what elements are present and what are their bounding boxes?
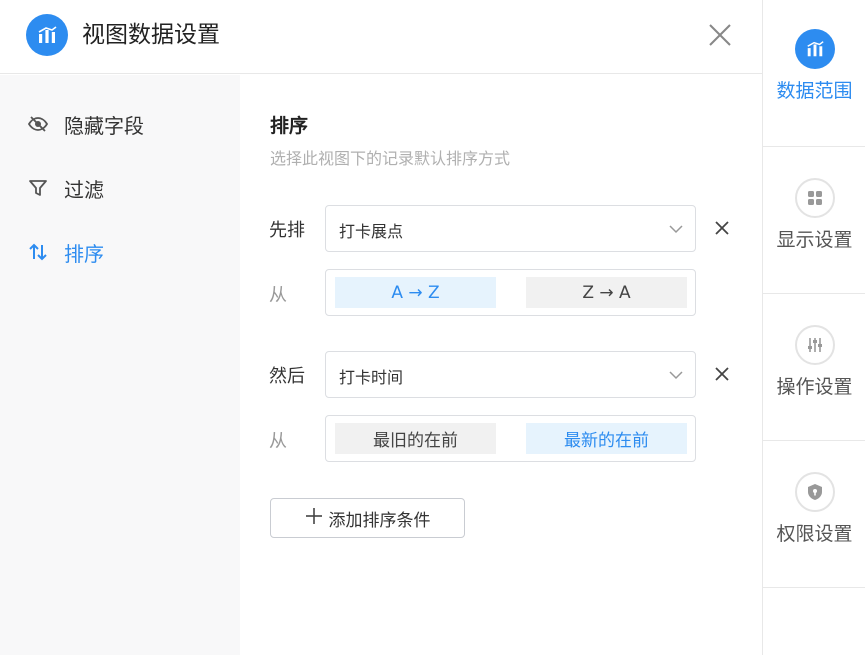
order-option-oldest-first[interactable]: 最旧的在前 [335, 423, 496, 454]
tab-label: 权限设置 [776, 523, 853, 545]
nav-item-filter[interactable]: 过滤 [0, 168, 240, 208]
grid-icon [795, 178, 835, 218]
tab-label: 数据范围 [776, 80, 853, 102]
add-sort-condition-label: 添加排序条件 [328, 510, 431, 531]
tab-permission-settings[interactable]: 权限设置 [763, 441, 865, 588]
eye-off-icon [26, 112, 50, 136]
nav-item-sort[interactable]: 排序 [0, 232, 240, 272]
sort-field-select[interactable]: 打卡时间 [325, 351, 696, 398]
sort-order-toggle: A → Z Z → A [325, 269, 696, 316]
shield-icon [795, 472, 835, 512]
sort-icon [26, 240, 50, 264]
nav-item-label: 排序 [64, 241, 104, 266]
tab-label: 显示设置 [776, 229, 853, 251]
nav-item-hidden-fields[interactable]: 隐藏字段 [0, 104, 240, 144]
close-icon[interactable] [703, 18, 737, 52]
order-from-label: 从 [269, 431, 287, 452]
remove-rule-icon[interactable] [710, 216, 734, 240]
order-option-desc[interactable]: Z → A [526, 277, 687, 308]
sort-panel: 排序 选择此视图下的记录默认排序方式 先排 打卡展点 从 A → Z Z → A… [240, 75, 762, 655]
add-sort-condition-button[interactable]: 添加排序条件 [270, 498, 465, 538]
sliders-icon [795, 325, 835, 365]
app-logo-icon [26, 14, 68, 56]
view-data-settings-dialog: 视图数据设置 隐藏字段 过滤 排序 排序 选择此视图下的记录默认排序方式 先排 … [0, 0, 865, 655]
section-description: 选择此视图下的记录默认排序方式 [270, 149, 511, 168]
nav-item-label: 过滤 [64, 177, 104, 202]
left-nav: 隐藏字段 过滤 排序 [0, 75, 240, 655]
sort-field-select[interactable]: 打卡展点 [325, 205, 696, 252]
order-option-newest-first[interactable]: 最新的在前 [526, 423, 687, 454]
sort-field-value: 打卡展点 [339, 222, 404, 241]
right-tab-bar: 数据范围 显示设置 操作设置 权限设置 [762, 0, 865, 655]
order-from-label: 从 [269, 285, 287, 306]
chart-icon [795, 29, 835, 69]
tab-display-settings[interactable]: 显示设置 [763, 147, 865, 294]
sort-order-toggle: 最旧的在前 最新的在前 [325, 415, 696, 462]
section-title: 排序 [270, 115, 309, 137]
plus-icon [305, 507, 323, 530]
nav-item-label: 隐藏字段 [64, 113, 144, 138]
order-option-asc[interactable]: A → Z [335, 277, 496, 308]
tab-label: 操作设置 [776, 376, 853, 398]
tab-data-range[interactable]: 数据范围 [763, 0, 865, 147]
rule-prefix: 然后 [269, 366, 305, 387]
chevron-down-icon [667, 366, 685, 384]
chevron-down-icon [667, 220, 685, 238]
sort-field-value: 打卡时间 [339, 368, 404, 387]
dialog-title: 视图数据设置 [82, 22, 220, 48]
dialog-header: 视图数据设置 [0, 0, 762, 74]
filter-icon [26, 176, 50, 200]
tab-action-settings[interactable]: 操作设置 [763, 294, 865, 441]
remove-rule-icon[interactable] [710, 362, 734, 386]
rule-prefix: 先排 [269, 220, 305, 241]
